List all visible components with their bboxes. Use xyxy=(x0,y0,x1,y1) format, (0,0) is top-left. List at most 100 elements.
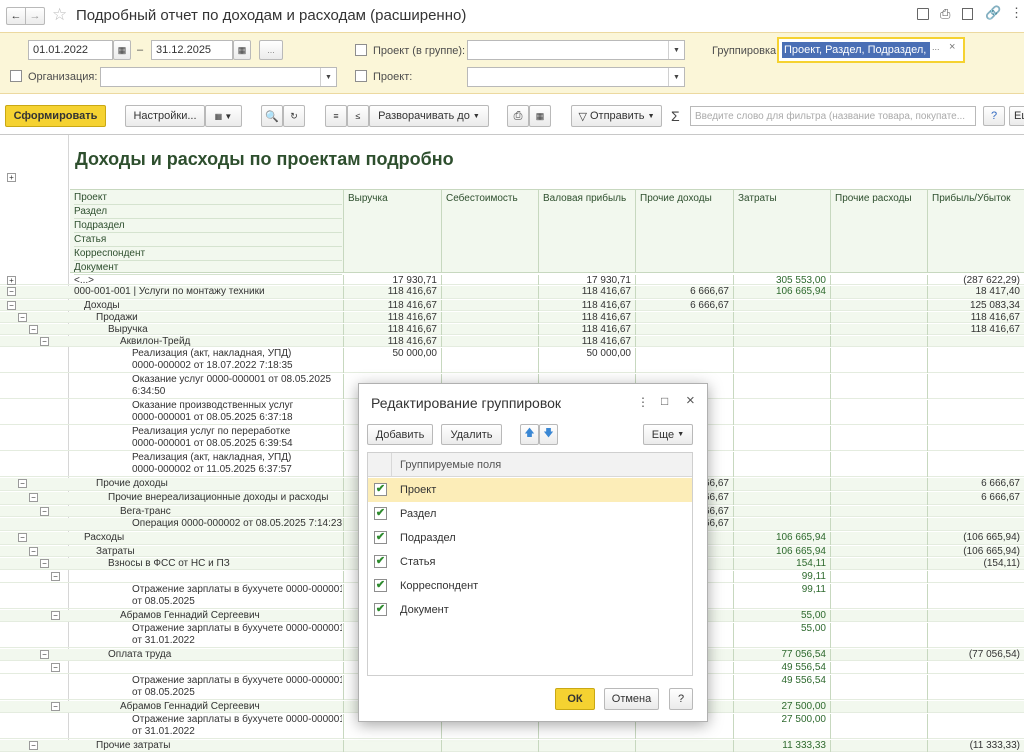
report-row[interactable]: + <...> 17 930,71 17 930,71 305 553,00 (287 6… xyxy=(0,275,1024,286)
report-row[interactable]: − Выручка 118 416,67 118 416,67 118 416,67 xyxy=(0,324,1024,335)
collapse-row-icon[interactable]: − xyxy=(7,287,16,296)
collapse-row-icon[interactable]: − xyxy=(18,479,27,488)
favorite-star-icon[interactable]: ☆ xyxy=(52,5,67,25)
search-icon[interactable]: 🔍 xyxy=(261,105,283,127)
grouping-field-row[interactable]: ✔ Раздел xyxy=(368,502,692,526)
link-icon[interactable]: 🔗 xyxy=(985,5,1001,21)
variants-dropdown[interactable]: ▦ ▼ xyxy=(205,105,242,127)
project-group-input[interactable]: ▼ xyxy=(467,40,685,60)
collapse-row-icon[interactable]: − xyxy=(29,493,38,502)
report-row[interactable]: Реализация (акт, накладная, УПД) 0000-00… xyxy=(0,348,1024,373)
collapse-row-icon[interactable]: − xyxy=(51,663,60,672)
dialog-help-button[interactable]: ? xyxy=(669,688,693,710)
sum-icon[interactable]: Σ xyxy=(671,108,680,124)
preview-icon[interactable] xyxy=(962,8,973,20)
field-checkbox[interactable]: ✔ xyxy=(374,555,387,568)
column-divider xyxy=(830,649,831,661)
column-divider xyxy=(343,623,344,648)
field-checkbox[interactable]: ✔ xyxy=(374,603,387,616)
collapse-row-icon[interactable]: − xyxy=(18,313,27,322)
more-actions-button[interactable]: Еще ▼ xyxy=(643,424,693,445)
chevron-down-icon[interactable]: ▼ xyxy=(320,68,336,86)
delete-button[interactable]: Удалить xyxy=(441,424,502,445)
grouping-field[interactable]: Проект, Раздел, Подраздел, ... × xyxy=(777,37,965,63)
grouping-clear-icon[interactable]: × xyxy=(949,41,955,53)
close-icon[interactable]: × xyxy=(686,392,695,409)
report-row[interactable]: − Доходы 118 416,67 118 416,67 6 666,67 125 0… xyxy=(0,300,1024,311)
move-up-icon[interactable]: 🡅 xyxy=(520,424,539,445)
collapse-row-icon[interactable]: − xyxy=(40,337,49,346)
move-down-icon[interactable]: 🡇 xyxy=(539,424,558,445)
collapse-row-icon[interactable]: − xyxy=(51,572,60,581)
collapse-row-icon[interactable]: − xyxy=(40,650,49,659)
expand-all-icon[interactable]: ≡ xyxy=(325,105,347,127)
collapse-row-icon[interactable]: − xyxy=(7,301,16,310)
grouping-field-row[interactable]: ✔ Проект xyxy=(368,478,692,502)
search-filter-input[interactable]: Введите слово для фильтра (название това… xyxy=(690,106,976,126)
organization-input[interactable]: ▼ xyxy=(100,67,337,87)
grouping-field-row[interactable]: ✔ Подраздел xyxy=(368,526,692,550)
chevron-down-icon[interactable]: ▼ xyxy=(668,68,684,86)
search-next-icon[interactable]: ↻ xyxy=(283,105,305,127)
grouping-select-button[interactable]: ... xyxy=(932,42,940,52)
chevron-down-icon[interactable]: ▼ xyxy=(668,41,684,59)
send-label: Отправить xyxy=(589,110,645,122)
report-row[interactable]: − Прочие затраты 11 333,33 (11 333,33) xyxy=(0,740,1024,752)
report-row[interactable]: − 000-001-001 | Услуги по монтажу техники… xyxy=(0,286,1024,299)
back-button[interactable]: ← xyxy=(6,7,26,25)
dialog-menu-icon[interactable]: ⋮ xyxy=(637,395,649,409)
save-icon[interactable] xyxy=(917,8,929,20)
expand-all-groups-icon[interactable]: + xyxy=(7,173,16,182)
collapse-row-icon[interactable]: − xyxy=(40,507,49,516)
cancel-button[interactable]: Отмена xyxy=(604,688,659,710)
collapse-row-icon[interactable]: − xyxy=(18,533,27,542)
field-checkbox[interactable]: ✔ xyxy=(374,531,387,544)
project-input[interactable]: ▼ xyxy=(467,67,685,87)
project-group-checkbox[interactable] xyxy=(355,44,367,56)
report-row[interactable]: − Аквилон-Трейд 118 416,67 118 416,67 xyxy=(0,336,1024,347)
collapse-row-icon[interactable]: − xyxy=(29,741,38,750)
expand-to-button[interactable]: Разворачивать до ▼ xyxy=(369,105,489,127)
column-divider xyxy=(927,701,928,713)
send-button[interactable]: ▽ Отправить ▼ xyxy=(571,105,662,127)
collapse-row-icon[interactable]: − xyxy=(40,559,49,568)
grouping-field-row[interactable]: ✔ Корреспондент xyxy=(368,574,692,598)
date-from-calendar-icon[interactable]: ▦ xyxy=(113,40,131,60)
generate-button[interactable]: Сформировать xyxy=(5,105,106,127)
more-button[interactable]: Ещ xyxy=(1009,106,1024,126)
settings-button[interactable]: Настройки... xyxy=(125,105,205,127)
collapse-row-icon[interactable]: − xyxy=(29,547,38,556)
grouping-field-row[interactable]: ✔ Статья xyxy=(368,550,692,574)
collapse-row-icon[interactable]: − xyxy=(29,325,38,334)
forward-button[interactable]: → xyxy=(25,7,45,25)
column-divider xyxy=(733,312,734,323)
organization-checkbox[interactable] xyxy=(10,70,22,82)
project-checkbox[interactable] xyxy=(355,70,367,82)
grouping-field-row[interactable]: ✔ Документ xyxy=(368,598,692,622)
period-select-button[interactable]: ... xyxy=(259,40,283,60)
field-checkbox[interactable]: ✔ xyxy=(374,483,387,496)
field-checkbox[interactable]: ✔ xyxy=(374,579,387,592)
more-menu-icon[interactable]: ⋮ xyxy=(1010,5,1023,21)
column-divider xyxy=(343,610,344,622)
row-label: Взносы в ФСС от НС и ПЗ xyxy=(108,558,230,569)
field-label: Корреспондент xyxy=(400,580,479,592)
date-from-input[interactable]: 01.01.2022 xyxy=(28,40,113,60)
print-preview-icon[interactable]: ▦ xyxy=(529,105,551,127)
grouping-value[interactable]: Проект, Раздел, Подраздел, xyxy=(782,42,930,58)
column-divider xyxy=(830,324,831,335)
date-to-input[interactable]: 31.12.2025 xyxy=(151,40,233,60)
collapse-row-icon[interactable]: − xyxy=(51,611,60,620)
print-button-icon[interactable]: ⎙ xyxy=(507,105,529,127)
field-checkbox[interactable]: ✔ xyxy=(374,507,387,520)
ok-button[interactable]: ОК xyxy=(555,688,595,710)
maximize-icon[interactable]: □ xyxy=(661,394,668,408)
expand-row-icon[interactable]: + xyxy=(7,276,16,285)
collapse-icon[interactable]: ≤ xyxy=(347,105,369,127)
report-row[interactable]: − Продажи 118 416,67 118 416,67 118 416,67 xyxy=(0,312,1024,323)
date-to-calendar-icon[interactable]: ▦ xyxy=(233,40,251,60)
collapse-row-icon[interactable]: − xyxy=(51,702,60,711)
add-button[interactable]: Добавить xyxy=(367,424,433,445)
print-icon[interactable]: ⎙ xyxy=(940,6,950,22)
help-button[interactable]: ? xyxy=(983,106,1005,126)
